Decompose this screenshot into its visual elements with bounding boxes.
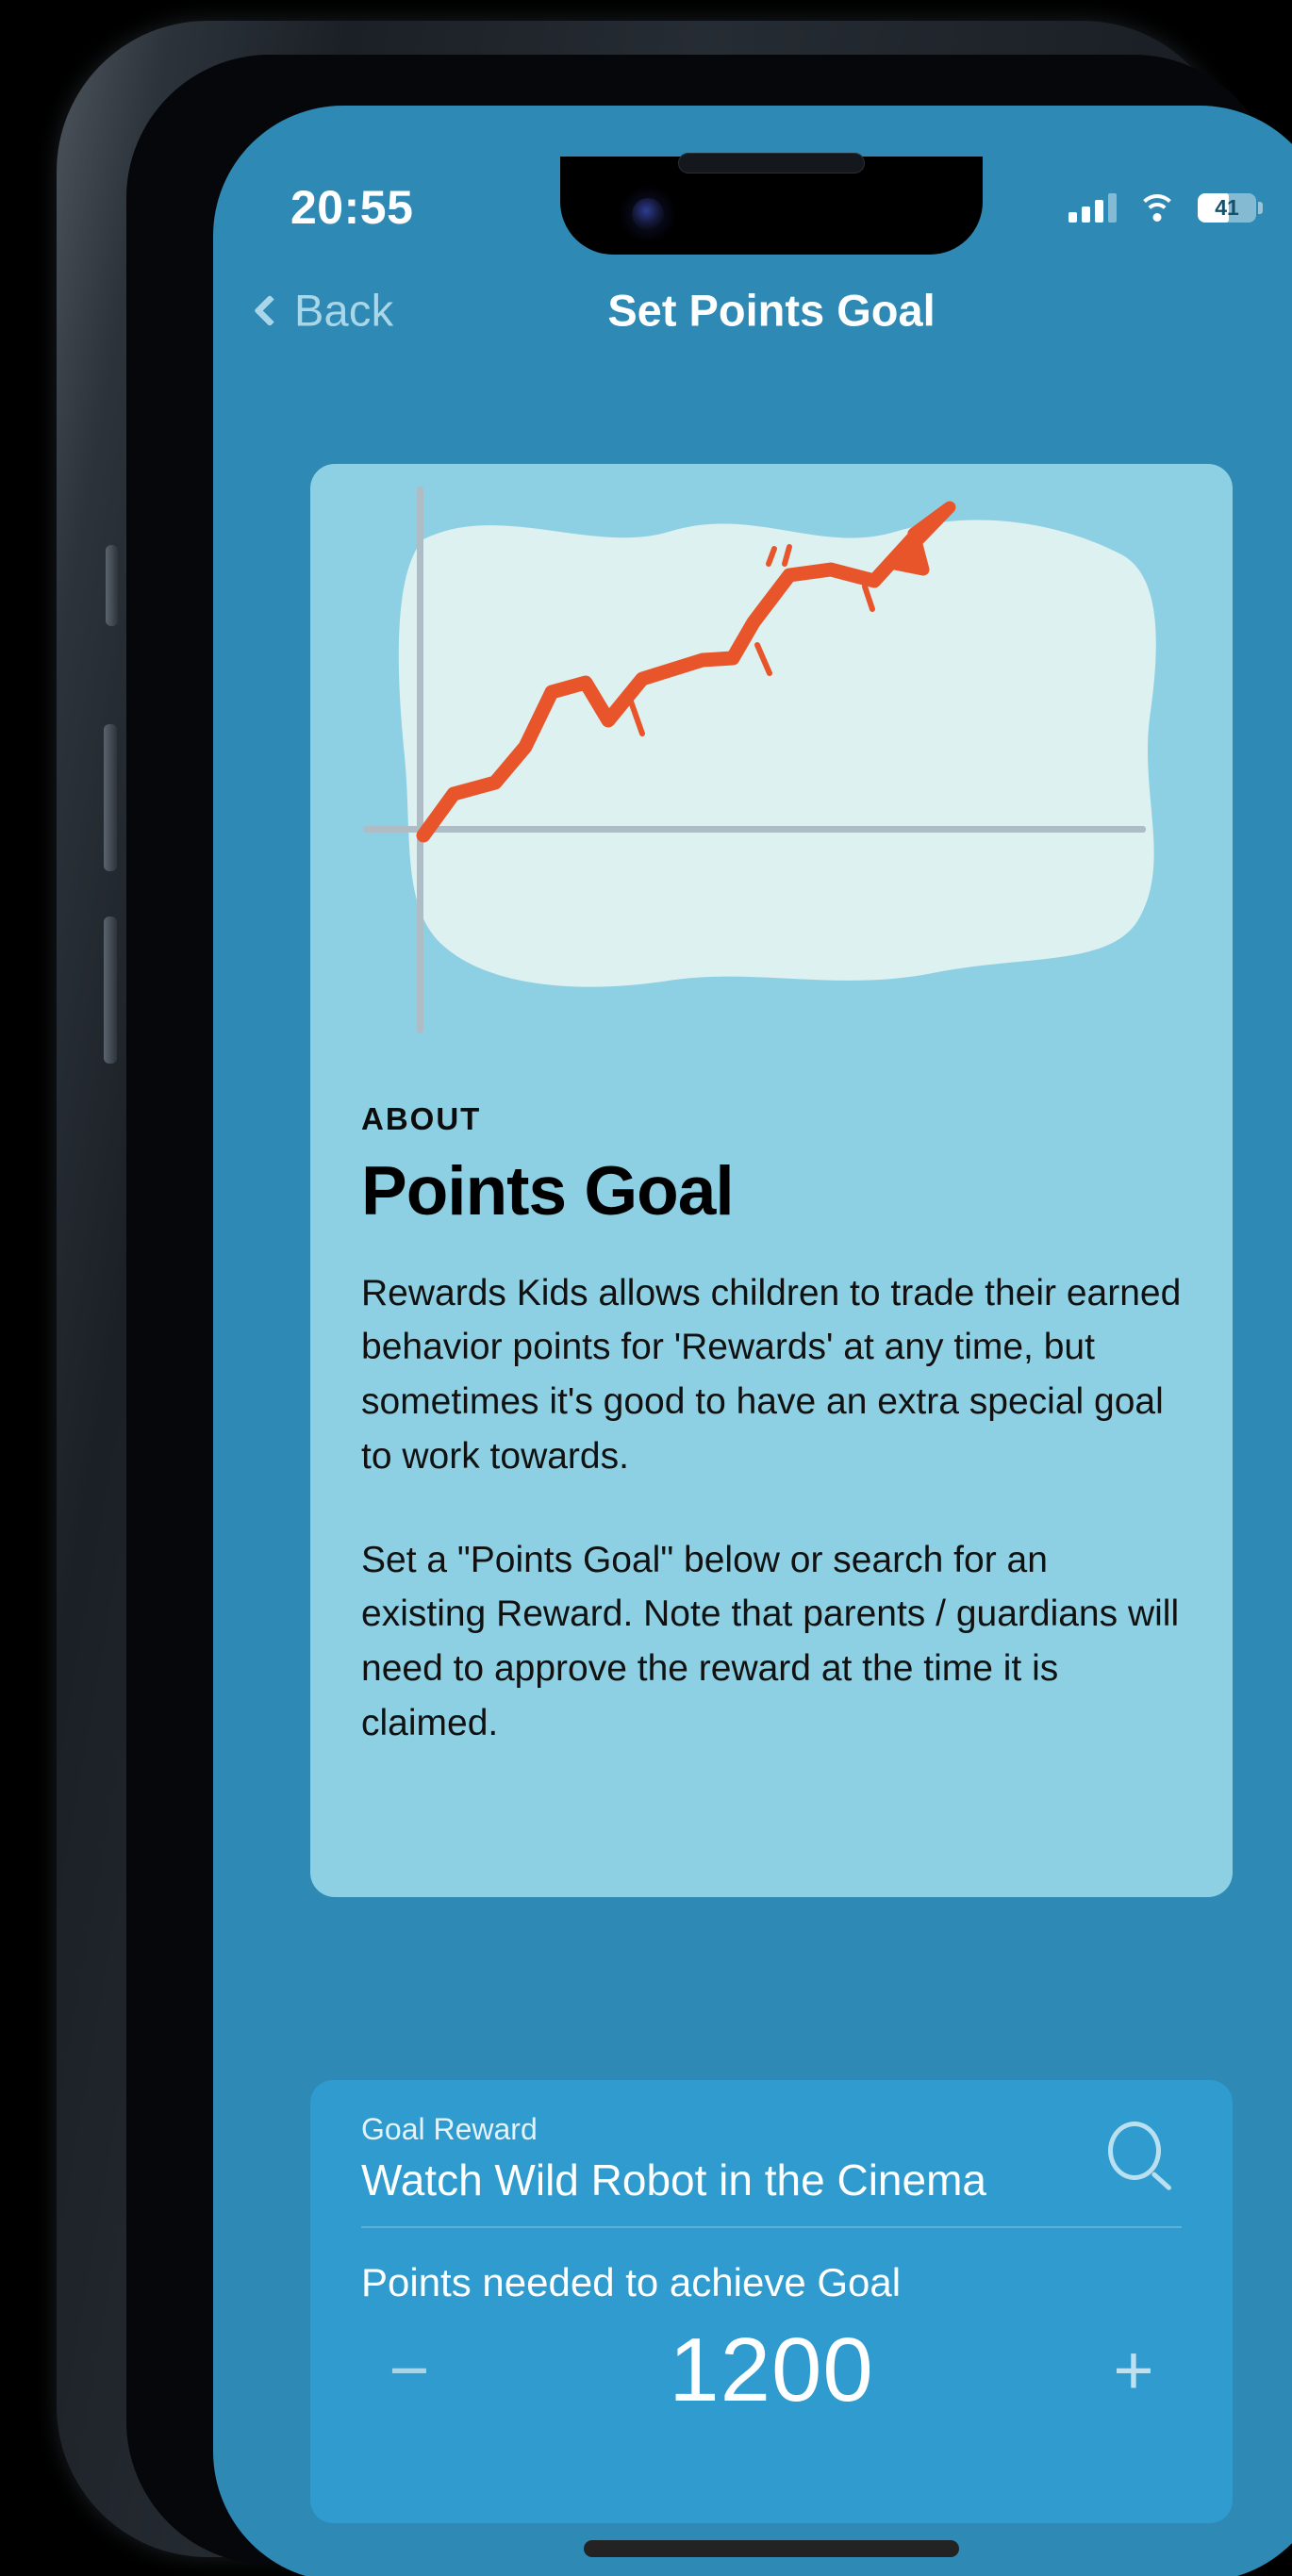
notch	[560, 153, 983, 255]
about-paragraph-2: Set a "Points Goal" below or search for …	[361, 1539, 1180, 1743]
volume-up-button[interactable]	[104, 724, 117, 871]
about-heading: Points Goal	[361, 1153, 735, 1230]
about-text-block: ABOUT Points Goal Rewards Kids allows ch…	[310, 1049, 1233, 1750]
navigation-bar: Back Set Points Goal	[213, 255, 1292, 366]
page-title: Set Points Goal	[607, 285, 936, 336]
growth-chart-illustration	[310, 464, 1233, 1049]
screenshot-stage: 20:55 41 Back Set Points Goal ABOUT Poin…	[0, 0, 1292, 2576]
goal-reward-field[interactable]: Goal Reward Watch Wild Robot in the Cine…	[310, 2080, 1233, 2228]
about-paragraph-1: Rewards Kids allows children to trade th…	[361, 1272, 1182, 1477]
wifi-icon	[1137, 192, 1177, 223]
phone-frame: 20:55 41 Back Set Points Goal ABOUT Poin…	[57, 21, 1292, 2576]
about-card: ABOUT Points Goal Rewards Kids allows ch…	[310, 464, 1233, 1897]
goal-reward-label: Goal Reward	[361, 2112, 538, 2146]
points-stepper: − 1200 +	[310, 2315, 1233, 2422]
mute-switch[interactable]	[106, 545, 118, 626]
search-icon[interactable]	[1106, 2122, 1178, 2193]
phone-screen: 20:55 41 Back Set Points Goal ABOUT Poin…	[213, 106, 1292, 2576]
battery-icon: 41	[1198, 192, 1263, 223]
goal-form-card: Goal Reward Watch Wild Robot in the Cine…	[310, 2080, 1233, 2523]
battery-percent-label: 41	[1215, 194, 1239, 220]
about-eyebrow: ABOUT	[361, 1101, 482, 1136]
status-clock: 20:55	[290, 181, 414, 234]
front-camera-icon	[632, 198, 664, 230]
points-value[interactable]: 1200	[452, 2319, 1091, 2422]
status-indicators: 41	[1068, 192, 1263, 223]
points-needed-label: Points needed to achieve Goal	[361, 2260, 902, 2304]
home-indicator[interactable]	[584, 2540, 959, 2557]
content-area: ABOUT Points Goal Rewards Kids allows ch…	[213, 366, 1292, 2576]
decrement-points-button[interactable]: −	[367, 2336, 452, 2405]
goal-reward-input[interactable]: Watch Wild Robot in the Cinema	[361, 2155, 1130, 2205]
phone-bezel: 20:55 41 Back Set Points Goal ABOUT Poin…	[126, 55, 1292, 2576]
volume-down-button[interactable]	[104, 916, 117, 1064]
earpiece-speaker	[678, 153, 865, 173]
increment-points-button[interactable]: +	[1091, 2336, 1176, 2405]
cellular-signal-icon	[1068, 192, 1117, 223]
